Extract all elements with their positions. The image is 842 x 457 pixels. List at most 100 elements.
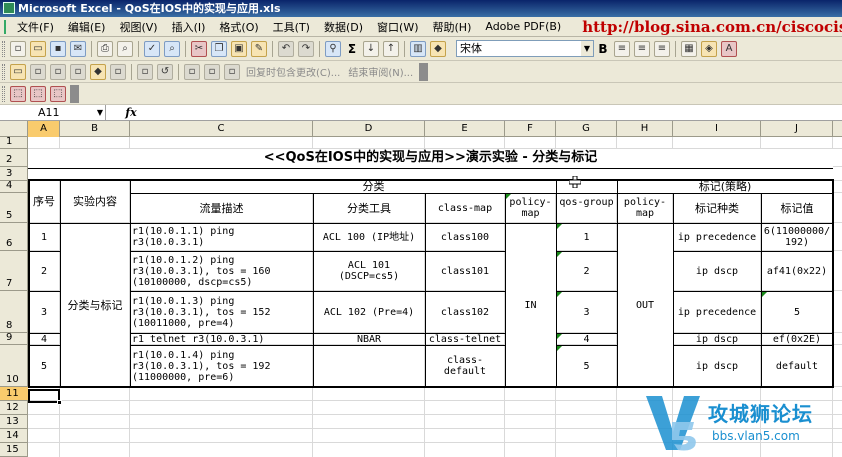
row-header-12[interactable]: 12 <box>0 401 28 415</box>
comment-delete-icon[interactable]: ▫ <box>110 63 126 80</box>
column-header-j[interactable]: J <box>761 121 833 137</box>
reply-icon[interactable]: ↺ <box>157 63 173 80</box>
chevron-down-icon[interactable]: ▼ <box>97 105 103 120</box>
toolbar-options-icon[interactable] <box>419 62 429 81</box>
cell-policy-in[interactable]: IN <box>505 223 556 387</box>
menu-view[interactable]: 视图(V) <box>112 19 164 35</box>
group-header-mark[interactable]: 标记(策略) <box>617 180 833 193</box>
autosum-icon[interactable]: Σ <box>343 42 361 56</box>
cell-qosgroup[interactable]: 5 <box>556 345 617 387</box>
fill-color-icon[interactable]: ◈ <box>701 40 717 57</box>
name-box[interactable]: A11 ▼ <box>0 105 106 120</box>
column-header-c[interactable]: C <box>130 121 313 137</box>
cell-flow[interactable]: r1(10.0.1.2) ping r3(10.0.3.1), tos = 16… <box>130 251 313 291</box>
header-seq[interactable]: 序号 <box>28 180 60 223</box>
cell-markval[interactable]: 5 <box>761 291 833 333</box>
end-review-button[interactable]: 结束审阅(N)... <box>348 64 413 79</box>
convert-to-pdf-icon[interactable]: ⬚ <box>10 85 26 102</box>
column-header-d[interactable]: D <box>313 121 425 137</box>
font-color-icon[interactable]: A <box>721 40 737 57</box>
cell-marktype[interactable]: ip precedence <box>673 223 761 251</box>
menu-edit[interactable]: 编辑(E) <box>61 19 113 35</box>
cell-classmap[interactable]: class101 <box>425 251 505 291</box>
row-header-11[interactable]: 11 <box>0 387 28 401</box>
menu-tools[interactable]: 工具(T) <box>266 19 317 35</box>
header-policymap-out[interactable]: policy- map <box>617 193 673 223</box>
folder-icon[interactable]: ▭ <box>10 63 26 80</box>
cell-content-merged[interactable]: 分类与标记 <box>60 223 130 387</box>
column-header-h[interactable]: H <box>617 121 673 137</box>
menu-adobe-pdf[interactable]: Adobe PDF(B) <box>478 20 568 33</box>
header-flow[interactable]: 流量描述 <box>130 193 313 223</box>
toolbar-grip[interactable] <box>2 85 5 102</box>
cell-seq[interactable]: 1 <box>28 223 60 251</box>
undo-icon[interactable]: ↶ <box>278 40 294 57</box>
column-header-i[interactable]: I <box>673 121 761 137</box>
header-markval[interactable]: 标记值 <box>761 193 833 223</box>
chart-wizard-icon[interactable]: ▥ <box>410 40 426 57</box>
align-right-icon[interactable]: ≡ <box>654 40 670 57</box>
cell-classmap[interactable]: class- default <box>425 345 505 387</box>
chevron-down-icon[interactable]: ▼ <box>581 41 593 56</box>
row-header-7[interactable]: 7 <box>0 251 28 291</box>
drawing-icon[interactable]: ◆ <box>430 40 446 57</box>
hyperlink-icon[interactable]: ⚲ <box>325 40 341 57</box>
share-icon[interactable]: ▫ <box>204 63 220 80</box>
cell-flow[interactable]: r1(10.0.1.4) ping r3(10.0.3.1), tos = 19… <box>130 345 313 387</box>
format-painter-icon[interactable]: ✎ <box>251 40 267 57</box>
cell-seq[interactable]: 3 <box>28 291 60 333</box>
column-header-g[interactable]: G <box>556 121 617 137</box>
cell-markval[interactable]: ef(0x2E) <box>761 333 833 345</box>
comment-icon[interactable]: ▫ <box>30 63 46 80</box>
cell-markval[interactable]: default <box>761 345 833 387</box>
cell-classmap[interactable]: class102 <box>425 291 505 333</box>
cell-tool[interactable]: ACL 102 (Pre=4) <box>313 291 425 333</box>
sort-descending-icon[interactable]: ↑ <box>383 40 399 57</box>
highlight-icon[interactable]: ◆ <box>90 63 106 80</box>
cell-qosgroup[interactable]: 4 <box>556 333 617 345</box>
sheet-title[interactable]: <<QoS在IOS中的实现与应用>>演示实验 - 分类与标记 <box>28 149 833 167</box>
group-header-classify[interactable]: 分类 <box>130 180 617 193</box>
cell-qosgroup[interactable]: 1 <box>556 223 617 251</box>
cell-flow[interactable]: r1(10.0.1.1) ping r3(10.0.3.1) <box>130 223 313 251</box>
cell-tool[interactable]: ACL 100 (IP地址) <box>313 223 425 251</box>
workbook-icon[interactable] <box>4 19 6 34</box>
cell-tool[interactable] <box>313 345 425 387</box>
cut-icon[interactable]: ✂ <box>191 40 207 57</box>
column-header-f[interactable]: F <box>505 121 556 137</box>
cell-policy-out[interactable]: OUT <box>617 223 673 387</box>
row-header-4[interactable]: 4 <box>0 180 28 193</box>
column-header-b[interactable]: B <box>60 121 130 137</box>
print-preview-icon[interactable]: ⌕ <box>117 40 133 57</box>
paste-icon[interactable]: ▣ <box>231 40 247 57</box>
menu-window[interactable]: 窗口(W) <box>370 19 425 35</box>
menu-insert[interactable]: 插入(I) <box>165 19 213 35</box>
cell-marktype[interactable]: ip dscp <box>673 345 761 387</box>
toolbar-grip[interactable] <box>2 40 5 57</box>
cell-seq[interactable]: 5 <box>28 345 60 387</box>
header-classmap[interactable]: class-map <box>425 193 505 223</box>
menu-file[interactable]: 文件(F) <box>10 19 61 35</box>
redo-icon[interactable]: ↷ <box>298 40 314 57</box>
cell-flow[interactable]: r1 telnet r3(10.0.3.1) <box>130 333 313 345</box>
track-changes-icon[interactable]: ▫ <box>137 63 153 80</box>
cell-seq[interactable]: 2 <box>28 251 60 291</box>
row-header-14[interactable]: 14 <box>0 429 28 443</box>
column-header-e[interactable]: E <box>425 121 505 137</box>
spelling-icon[interactable]: ✓ <box>144 40 160 57</box>
bold-button[interactable]: B <box>594 42 612 56</box>
header-content[interactable]: 实验内容 <box>60 180 130 223</box>
row-header-10[interactable]: 10 <box>0 345 28 387</box>
cell-qosgroup[interactable]: 2 <box>556 251 617 291</box>
formula-input[interactable] <box>156 105 842 120</box>
new-document-icon[interactable]: ▫ <box>10 40 26 57</box>
cell-markval[interactable]: af41(0x22) <box>761 251 833 291</box>
permission-icon[interactable]: ✉ <box>70 40 86 57</box>
row-header-13[interactable]: 13 <box>0 415 28 429</box>
cell-classmap[interactable]: class-telnet <box>425 333 505 345</box>
print-icon[interactable]: ⎙ <box>97 40 113 57</box>
fill-handle[interactable] <box>57 400 62 405</box>
cell-marktype[interactable]: ip dscp <box>673 251 761 291</box>
cell-classmap[interactable]: class100 <box>425 223 505 251</box>
header-policymap-in[interactable]: policy- map <box>505 193 556 223</box>
